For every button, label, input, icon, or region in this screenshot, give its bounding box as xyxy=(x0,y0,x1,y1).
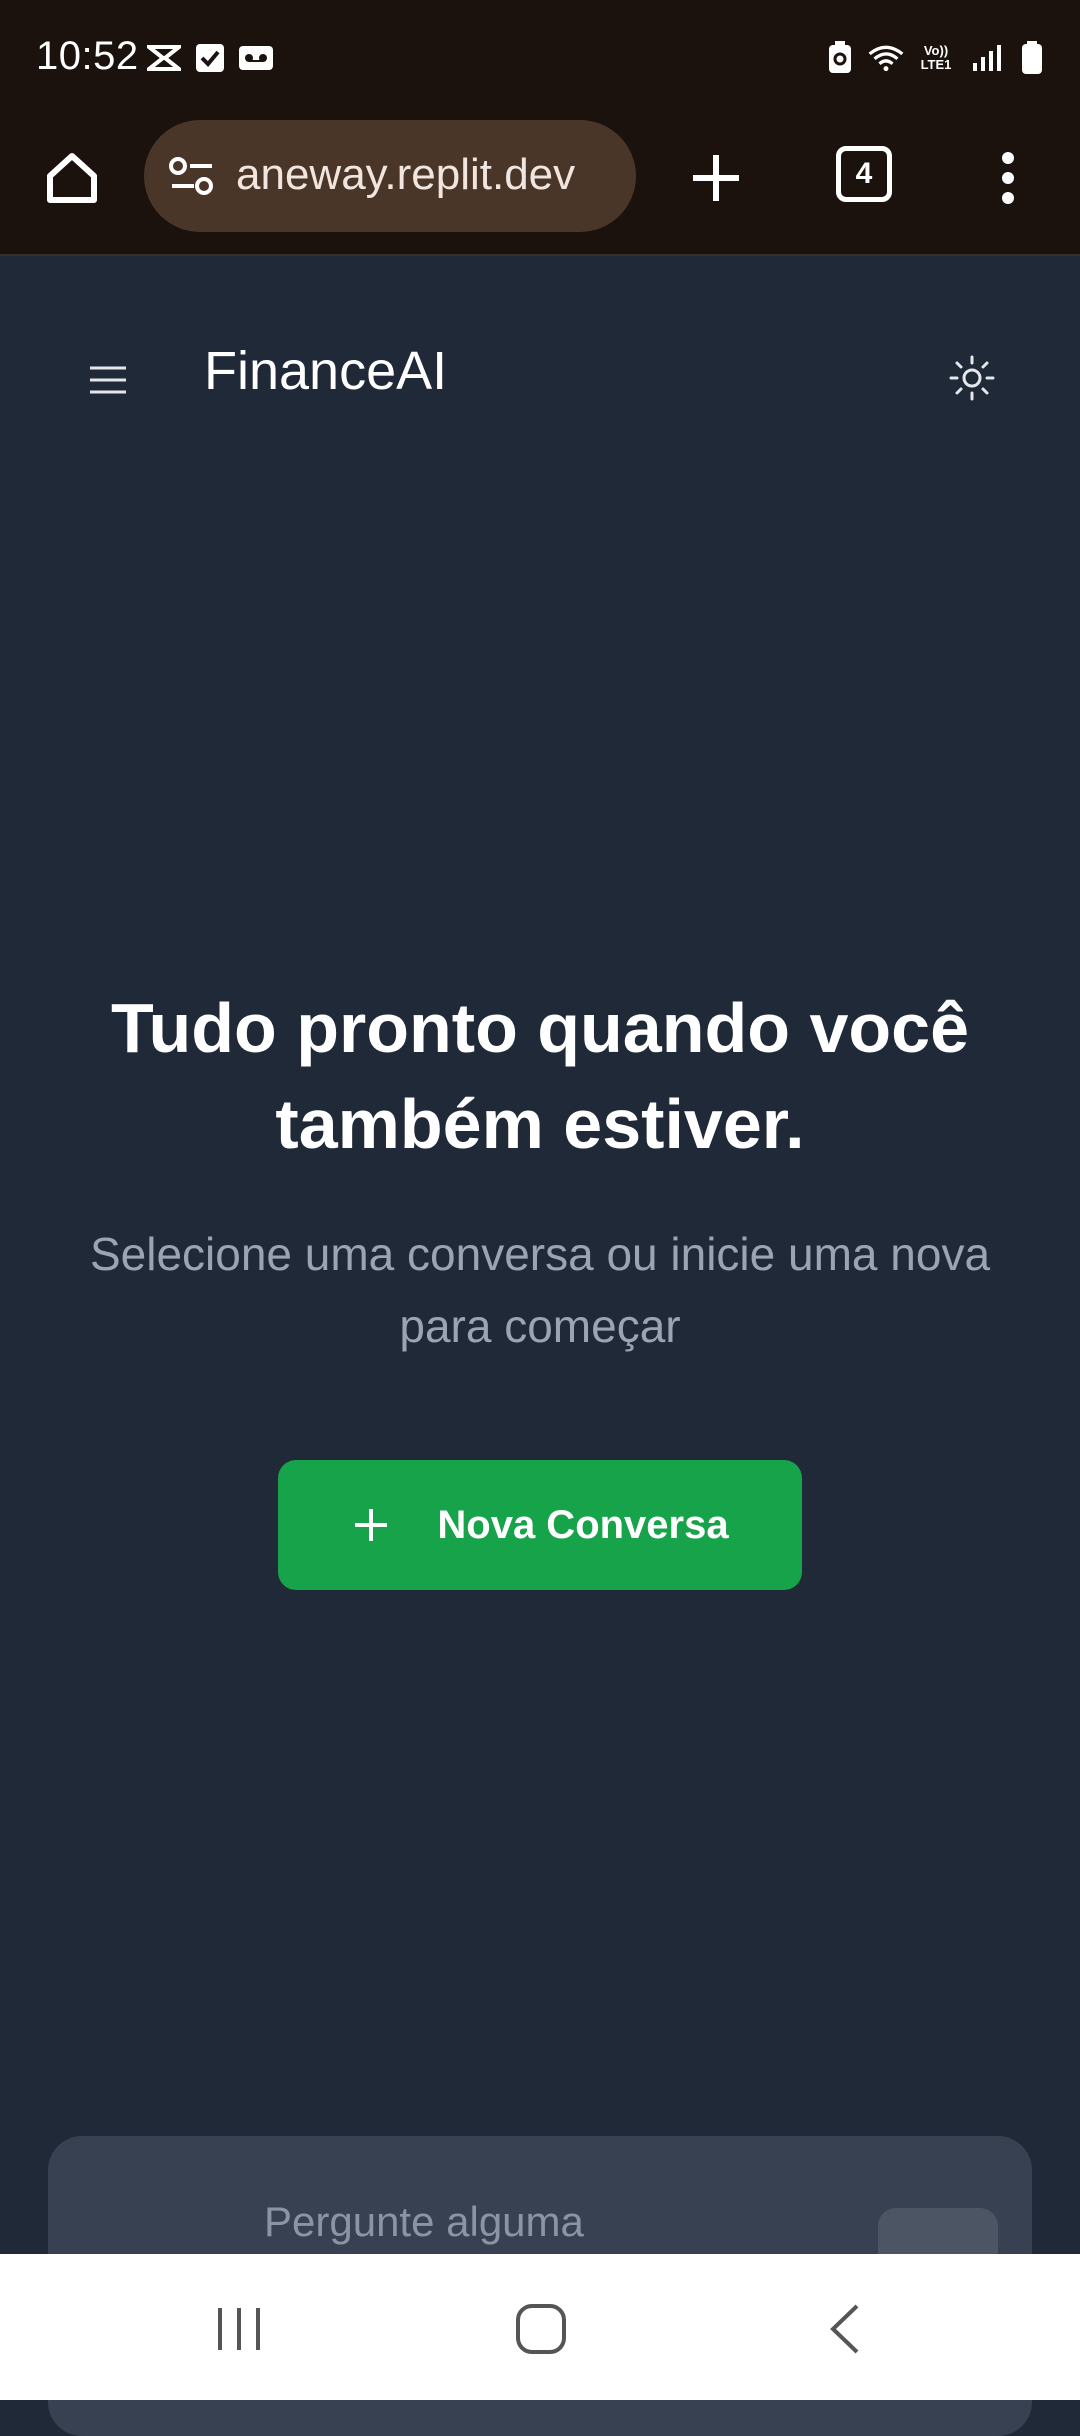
back-icon xyxy=(830,2304,859,2354)
new-tab-button[interactable] xyxy=(680,142,752,214)
check-box-icon xyxy=(192,40,228,76)
app-title: FinanceAI xyxy=(204,341,448,401)
empty-state-subtitle: Selecione uma conversa ou inicie uma nov… xyxy=(89,1228,991,1352)
sun-icon xyxy=(949,355,995,401)
site-settings-icon[interactable] xyxy=(166,150,218,202)
menu-button[interactable] xyxy=(80,352,136,408)
app-header: FinanceAI xyxy=(0,258,1080,478)
browser-menu-button[interactable] xyxy=(978,142,1038,214)
theme-toggle-button[interactable] xyxy=(942,348,1002,408)
menu-icon xyxy=(90,366,126,394)
new-conversation-label: Nova Conversa xyxy=(437,1502,729,1547)
plus-icon xyxy=(693,155,739,201)
status-bar: 10:52 Vo)) LTE1 xyxy=(0,0,1080,120)
browser-toolbar: aneway.replit.dev 4 xyxy=(0,120,1080,256)
recents-icon xyxy=(218,2308,260,2350)
home-nav-button[interactable] xyxy=(496,2284,586,2374)
new-conversation-button[interactable]: Nova Conversa xyxy=(278,1460,802,1590)
system-nav-bar xyxy=(0,2254,1080,2400)
battery-icon xyxy=(1014,40,1050,76)
empty-state: Tudo pronto quando você também estiver. … xyxy=(40,980,1040,1362)
more-vert-icon xyxy=(1002,152,1014,204)
status-time: 10:52 xyxy=(36,34,139,78)
system-icons: Vo)) LTE1 xyxy=(822,40,1050,76)
home-button[interactable] xyxy=(36,142,108,214)
address-bar[interactable]: aneway.replit.dev xyxy=(144,120,636,232)
recents-button[interactable] xyxy=(194,2284,284,2374)
battery-saver-icon xyxy=(822,40,858,76)
empty-state-title: Tudo pronto quando você também estiver. xyxy=(110,989,970,1163)
tab-switcher-button[interactable]: 4 xyxy=(836,146,892,202)
url-text[interactable]: aneway.replit.dev xyxy=(236,150,575,200)
home-icon xyxy=(47,153,97,203)
message-input[interactable]: Pergunte alguma xyxy=(264,2198,584,2246)
signal-icon xyxy=(968,40,1004,76)
volte-lte-icon: Vo)) LTE1 xyxy=(920,43,952,72)
capcut-icon xyxy=(146,40,182,76)
home-circle-icon xyxy=(516,2304,566,2354)
wifi-icon xyxy=(868,40,904,76)
plus-icon xyxy=(351,1505,391,1545)
back-button[interactable] xyxy=(800,2284,890,2374)
voicemail-icon xyxy=(238,40,274,76)
notification-icons xyxy=(146,40,274,76)
